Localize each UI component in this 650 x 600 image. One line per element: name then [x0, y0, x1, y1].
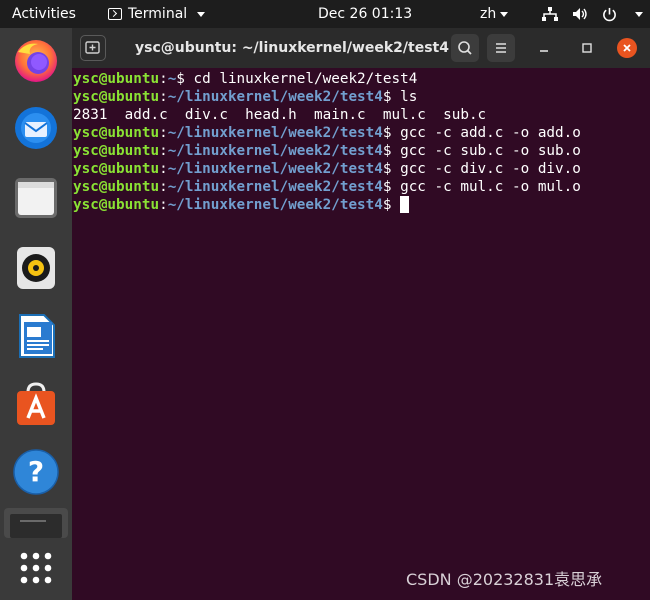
system-status-menu[interactable] — [542, 0, 643, 28]
prompt-separator: : — [159, 161, 168, 177]
prompt-separator: : — [159, 197, 168, 213]
menu-button[interactable] — [487, 34, 515, 62]
show-applications-icon[interactable] — [12, 544, 60, 592]
close-icon — [623, 44, 631, 52]
activities-button[interactable]: Activities — [12, 0, 76, 28]
command-line: ysc@ubuntu:~/linuxkernel/week2/test4$ — [72, 196, 650, 214]
terminal-window: ysc@ubuntu: ~/linuxkernel/week2/test4 ys… — [72, 28, 650, 600]
prompt-symbol: $ — [382, 125, 401, 141]
search-icon — [458, 41, 472, 55]
command-text: gcc -c sub.c -o sub.o — [400, 143, 581, 159]
prompt-path: ~/linuxkernel/week2/test4 — [167, 125, 383, 141]
header-bar[interactable]: ysc@ubuntu: ~/linuxkernel/week2/test4 — [72, 28, 650, 68]
firefox-icon[interactable] — [12, 36, 60, 84]
output-line: 2831 add.c div.c head.h main.c mul.c sub… — [73, 107, 487, 123]
clock[interactable]: Dec 26 01:13 — [318, 0, 412, 28]
prompt-symbol: $ — [382, 143, 401, 159]
prompt-separator: : — [159, 179, 168, 195]
chevron-down-icon — [500, 11, 509, 17]
command-text: gcc -c add.c -o add.o — [400, 125, 581, 141]
terminal-icon[interactable] — [4, 508, 68, 538]
new-tab-button[interactable] — [80, 35, 106, 61]
software-center-icon[interactable] — [12, 380, 60, 428]
files-icon[interactable] — [12, 174, 60, 222]
command-line: ysc@ubuntu:~/linuxkernel/week2/test4$ gc… — [72, 160, 650, 178]
help-icon[interactable]: ? — [12, 448, 60, 496]
prompt-symbol: $ — [176, 71, 194, 87]
app-menu[interactable]: Terminal — [108, 0, 206, 28]
command-line: ysc@ubuntu:~/linuxkernel/week2/test4$ gc… — [72, 124, 650, 142]
maximize-icon[interactable] — [577, 38, 597, 58]
prompt-separator: : — [159, 89, 168, 105]
command-line: ysc@ubuntu:~$ cd linuxkernel/week2/test4 — [72, 70, 650, 88]
prompt-symbol: $ — [382, 89, 401, 105]
command-text: gcc -c mul.c -o mul.o — [400, 179, 581, 195]
new-tab-icon — [85, 41, 100, 54]
top-bar: Activities Terminal Dec 26 01:13 zh — [0, 0, 650, 28]
power-icon — [603, 7, 616, 21]
prompt-user: ysc@ubuntu — [73, 89, 160, 105]
prompt-user: ysc@ubuntu — [73, 71, 160, 87]
volume-icon — [573, 8, 587, 20]
prompt-path: ~/linuxkernel/week2/test4 — [167, 197, 383, 213]
prompt-user: ysc@ubuntu — [73, 161, 160, 177]
app-name: Terminal — [128, 6, 188, 22]
window-title: ysc@ubuntu: ~/linuxkernel/week2/test4 — [135, 40, 449, 56]
menu-icon — [496, 43, 506, 53]
prompt-path: ~/linuxkernel/week2/test4 — [167, 89, 383, 105]
prompt-user: ysc@ubuntu — [73, 179, 160, 195]
command-text: gcc -c div.c -o div.o — [400, 161, 581, 177]
command-text: cd linuxkernel/week2/test4 — [193, 71, 418, 87]
minimize-icon[interactable] — [534, 38, 554, 58]
dock: ? — [0, 28, 72, 600]
prompt-path: ~/linuxkernel/week2/test4 — [167, 161, 383, 177]
svg-text:?: ? — [28, 455, 44, 488]
prompt-symbol: $ — [382, 197, 401, 213]
prompt-user: ysc@ubuntu — [73, 143, 160, 159]
chevron-down-icon — [197, 11, 206, 17]
terminal-output[interactable]: ysc@ubuntu:~$ cd linuxkernel/week2/test4… — [72, 70, 650, 590]
command-text: ls — [400, 89, 418, 105]
prompt-user: ysc@ubuntu — [73, 125, 160, 141]
prompt-symbol: $ — [382, 161, 401, 177]
prompt-separator: : — [159, 71, 168, 87]
chevron-down-icon — [635, 11, 643, 17]
rhythmbox-icon[interactable] — [12, 244, 60, 292]
command-line: ysc@ubuntu:~/linuxkernel/week2/test4$ gc… — [72, 142, 650, 160]
command-line: ysc@ubuntu:~/linuxkernel/week2/test4$ ls — [72, 88, 650, 106]
prompt-user: ysc@ubuntu — [73, 197, 160, 213]
language-label: zh — [480, 6, 497, 22]
thunderbird-icon[interactable] — [12, 104, 60, 152]
search-button[interactable] — [451, 34, 479, 62]
network-icon — [542, 7, 558, 21]
input-method-menu[interactable]: zh — [480, 0, 509, 28]
prompt-symbol: $ — [382, 179, 401, 195]
text-cursor — [400, 196, 410, 213]
libreoffice-writer-icon[interactable] — [12, 312, 60, 360]
terminal-icon — [108, 8, 122, 20]
prompt-separator: : — [159, 143, 168, 159]
prompt-separator: : — [159, 125, 168, 141]
command-line: ysc@ubuntu:~/linuxkernel/week2/test4$ gc… — [72, 178, 650, 196]
watermark: CSDN @20232831袁思承 — [406, 570, 603, 589]
close-button[interactable] — [617, 38, 637, 58]
prompt-path: ~ — [167, 71, 177, 87]
prompt-path: ~/linuxkernel/week2/test4 — [167, 179, 383, 195]
prompt-path: ~/linuxkernel/week2/test4 — [167, 143, 383, 159]
